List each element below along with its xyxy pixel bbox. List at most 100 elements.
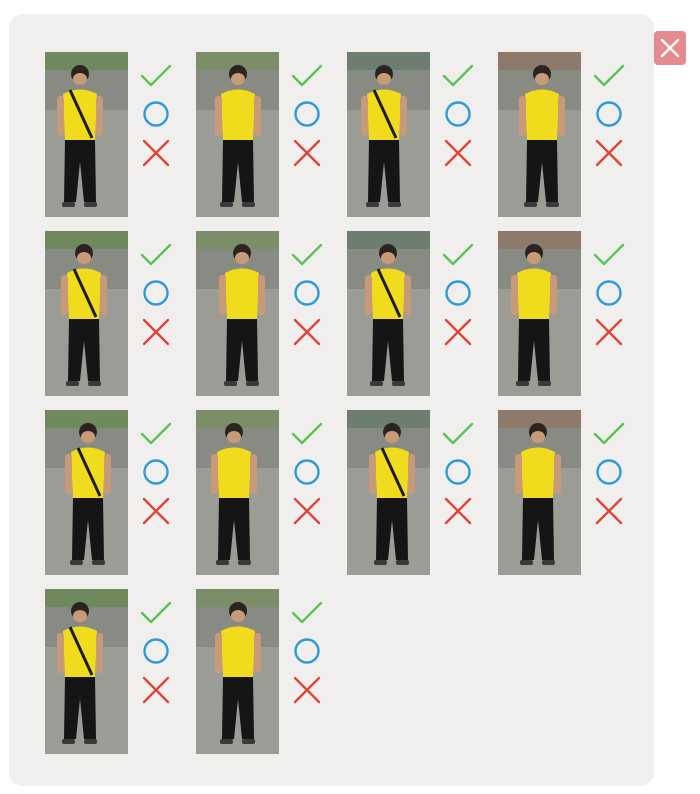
- check-icon: [442, 422, 474, 445]
- mark-correct-button[interactable]: [138, 61, 174, 91]
- check-icon: [442, 243, 474, 266]
- person-thumbnail[interactable]: [196, 410, 279, 575]
- circle-icon: [143, 101, 169, 127]
- mark-unsure-button[interactable]: [289, 99, 325, 129]
- mark-wrong-button[interactable]: [289, 317, 325, 347]
- person-thumbnail[interactable]: [498, 52, 581, 217]
- mark-unsure-button[interactable]: [138, 99, 174, 129]
- person-thumbnail[interactable]: [498, 410, 581, 575]
- mark-wrong-button[interactable]: [289, 496, 325, 526]
- close-button[interactable]: [654, 31, 686, 65]
- circle-icon: [143, 280, 169, 306]
- person-thumbnail[interactable]: [45, 589, 128, 754]
- mark-unsure-button[interactable]: [289, 636, 325, 666]
- check-icon: [291, 601, 323, 624]
- cross-icon: [142, 318, 170, 346]
- mark-wrong-button[interactable]: [591, 496, 627, 526]
- check-icon: [140, 601, 172, 624]
- mark-correct-button[interactable]: [440, 61, 476, 91]
- mark-wrong-button[interactable]: [440, 496, 476, 526]
- mark-unsure-button[interactable]: [440, 99, 476, 129]
- mark-correct-button[interactable]: [591, 61, 627, 91]
- cross-icon: [595, 318, 623, 346]
- close-x-icon: [660, 38, 680, 58]
- circle-icon: [143, 459, 169, 485]
- circle-icon: [596, 459, 622, 485]
- check-icon: [140, 422, 172, 445]
- result-card: [45, 589, 196, 768]
- mark-unsure-button[interactable]: [440, 278, 476, 308]
- result-grid: [45, 52, 645, 768]
- mark-correct-button[interactable]: [289, 240, 325, 270]
- mark-correct-button[interactable]: [138, 598, 174, 628]
- person-thumbnail[interactable]: [347, 410, 430, 575]
- cross-icon: [142, 139, 170, 167]
- check-icon: [593, 243, 625, 266]
- check-icon: [291, 422, 323, 445]
- mark-correct-button[interactable]: [289, 419, 325, 449]
- mark-correct-button[interactable]: [289, 61, 325, 91]
- person-thumbnail[interactable]: [498, 231, 581, 396]
- mark-correct-button[interactable]: [591, 240, 627, 270]
- mark-unsure-button[interactable]: [289, 457, 325, 487]
- mark-wrong-button[interactable]: [440, 138, 476, 168]
- circle-icon: [445, 101, 471, 127]
- mark-wrong-button[interactable]: [138, 138, 174, 168]
- mark-wrong-button[interactable]: [138, 317, 174, 347]
- person-thumbnail[interactable]: [45, 52, 128, 217]
- result-card: [347, 231, 498, 410]
- cross-icon: [444, 139, 472, 167]
- mark-correct-button[interactable]: [138, 240, 174, 270]
- circle-icon: [143, 638, 169, 664]
- person-thumbnail[interactable]: [196, 589, 279, 754]
- result-card: [196, 410, 347, 589]
- mark-unsure-button[interactable]: [591, 278, 627, 308]
- cross-icon: [293, 318, 321, 346]
- person-thumbnail[interactable]: [45, 231, 128, 396]
- mark-wrong-button[interactable]: [591, 317, 627, 347]
- mark-unsure-button[interactable]: [138, 278, 174, 308]
- mark-wrong-button[interactable]: [440, 317, 476, 347]
- mark-correct-button[interactable]: [591, 419, 627, 449]
- mark-wrong-button[interactable]: [138, 675, 174, 705]
- mark-correct-button[interactable]: [440, 419, 476, 449]
- result-card: [45, 52, 196, 231]
- check-icon: [291, 243, 323, 266]
- result-card: [196, 589, 347, 768]
- result-card: [45, 231, 196, 410]
- mark-unsure-button[interactable]: [289, 278, 325, 308]
- cross-icon: [595, 139, 623, 167]
- check-icon: [442, 64, 474, 87]
- mark-unsure-button[interactable]: [138, 636, 174, 666]
- check-icon: [291, 64, 323, 87]
- person-thumbnail[interactable]: [347, 231, 430, 396]
- cross-icon: [444, 318, 472, 346]
- person-thumbnail[interactable]: [196, 231, 279, 396]
- mark-correct-button[interactable]: [440, 240, 476, 270]
- mark-wrong-button[interactable]: [289, 138, 325, 168]
- person-thumbnail[interactable]: [196, 52, 279, 217]
- mark-unsure-button[interactable]: [440, 457, 476, 487]
- circle-icon: [294, 459, 320, 485]
- mark-unsure-button[interactable]: [591, 457, 627, 487]
- cross-icon: [142, 497, 170, 525]
- person-thumbnail[interactable]: [45, 410, 128, 575]
- check-icon: [593, 422, 625, 445]
- circle-icon: [445, 459, 471, 485]
- mark-unsure-button[interactable]: [138, 457, 174, 487]
- mark-correct-button[interactable]: [289, 598, 325, 628]
- mark-wrong-button[interactable]: [138, 496, 174, 526]
- person-thumbnail[interactable]: [347, 52, 430, 217]
- result-card: [498, 410, 649, 589]
- check-icon: [140, 64, 172, 87]
- mark-wrong-button[interactable]: [591, 138, 627, 168]
- mark-unsure-button[interactable]: [591, 99, 627, 129]
- result-card: [196, 231, 347, 410]
- mark-correct-button[interactable]: [138, 419, 174, 449]
- mark-wrong-button[interactable]: [289, 675, 325, 705]
- cross-icon: [595, 497, 623, 525]
- result-card: [196, 52, 347, 231]
- circle-icon: [294, 638, 320, 664]
- circle-icon: [294, 101, 320, 127]
- check-icon: [140, 243, 172, 266]
